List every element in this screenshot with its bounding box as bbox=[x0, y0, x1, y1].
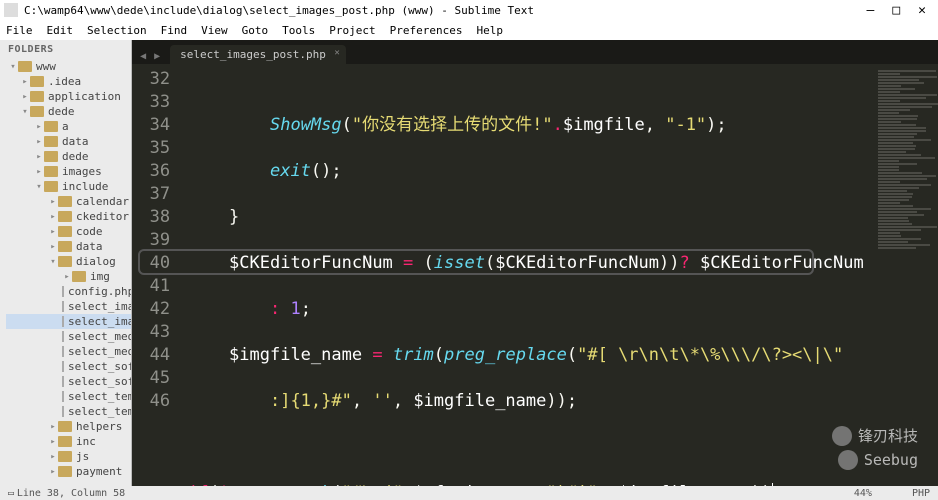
minimap[interactable] bbox=[874, 64, 938, 486]
menu-help[interactable]: Help bbox=[476, 24, 503, 37]
minimize-button[interactable]: — bbox=[867, 3, 875, 18]
folder-item[interactable]: ▸img bbox=[6, 269, 131, 284]
folder-item[interactable]: ▸application bbox=[6, 89, 131, 104]
folder-item[interactable]: ▸.idea bbox=[6, 74, 131, 89]
folder-tree: ▾www▸.idea▸application▾dede▸a▸data▸dede▸… bbox=[0, 59, 131, 479]
menu-file[interactable]: File bbox=[6, 24, 33, 37]
status-position[interactable]: Line 38, Column 58 bbox=[17, 488, 125, 499]
sidebar: FOLDERS ▾www▸.idea▸application▾dede▸a▸da… bbox=[0, 40, 132, 486]
folder-item[interactable]: ▾www bbox=[6, 59, 131, 74]
folder-item[interactable]: ▸data bbox=[6, 239, 131, 254]
folder-item[interactable]: ▸inc bbox=[6, 434, 131, 449]
menu-find[interactable]: Find bbox=[161, 24, 188, 37]
folder-item[interactable]: ▸images bbox=[6, 164, 131, 179]
file-item[interactable]: select_soft_post.php bbox=[6, 374, 131, 389]
menu-project[interactable]: Project bbox=[329, 24, 375, 37]
folder-item[interactable]: ▸ckeditor bbox=[6, 209, 131, 224]
file-item[interactable]: config.php bbox=[6, 284, 131, 299]
file-item[interactable]: select_soft.php bbox=[6, 359, 131, 374]
menu-bar: File Edit Selection Find View Goto Tools… bbox=[0, 20, 938, 40]
folder-item[interactable]: ▸calendar bbox=[6, 194, 131, 209]
folder-item[interactable]: ▸data bbox=[6, 134, 131, 149]
sidebar-header: FOLDERS bbox=[0, 40, 131, 59]
folder-item[interactable]: ▾dialog bbox=[6, 254, 131, 269]
folder-item[interactable]: ▾dede bbox=[6, 104, 131, 119]
menu-goto[interactable]: Goto bbox=[242, 24, 269, 37]
window-title: C:\wamp64\www\dede\include\dialog\select… bbox=[24, 4, 534, 17]
folder-item[interactable]: ▾include bbox=[6, 179, 131, 194]
line-gutter: 323334353637383940414243444546 bbox=[132, 64, 182, 486]
file-item[interactable]: select_media_post.p bbox=[6, 344, 131, 359]
menu-selection[interactable]: Selection bbox=[87, 24, 147, 37]
app-icon bbox=[4, 3, 18, 17]
file-item[interactable]: select_images_post.p bbox=[6, 314, 131, 329]
file-item[interactable]: select_templets.php bbox=[6, 389, 131, 404]
tab-nav-left-icon[interactable]: ◀ bbox=[136, 49, 150, 64]
folder-item[interactable]: ▸a bbox=[6, 119, 131, 134]
menu-edit[interactable]: Edit bbox=[47, 24, 74, 37]
file-item[interactable]: select_templets_pos bbox=[6, 404, 131, 419]
tab-nav-right-icon[interactable]: ▶ bbox=[150, 49, 164, 64]
window-titlebar: C:\wamp64\www\dede\include\dialog\select… bbox=[0, 0, 938, 20]
folder-item[interactable]: ▸dede bbox=[6, 149, 131, 164]
tab-close-icon[interactable]: ✕ bbox=[334, 48, 339, 58]
menu-view[interactable]: View bbox=[201, 24, 228, 37]
tab-label: select_images_post.php bbox=[180, 48, 326, 61]
folder-item[interactable]: ▸js bbox=[6, 449, 131, 464]
code-editor[interactable]: ShowMsg("你没有选择上传的文件!".$imgfile, "-1"); e… bbox=[182, 64, 874, 486]
maximize-button[interactable]: □ bbox=[892, 3, 900, 18]
folder-item[interactable]: ▸payment bbox=[6, 464, 131, 479]
file-item[interactable]: select_images.php bbox=[6, 299, 131, 314]
menu-preferences[interactable]: Preferences bbox=[390, 24, 463, 37]
status-language[interactable]: PHP bbox=[912, 488, 930, 499]
editor-tab[interactable]: select_images_post.php ✕ bbox=[170, 45, 346, 64]
tab-bar: ◀ ▶ select_images_post.php ✕ bbox=[132, 40, 938, 64]
close-button[interactable]: ✕ bbox=[918, 3, 926, 18]
menu-tools[interactable]: Tools bbox=[282, 24, 315, 37]
status-bar: ▭ Line 38, Column 58 44% PHP bbox=[0, 486, 938, 500]
folder-item[interactable]: ▸code bbox=[6, 224, 131, 239]
status-percent[interactable]: 44% bbox=[854, 488, 872, 499]
file-item[interactable]: select_media.php bbox=[6, 329, 131, 344]
folder-item[interactable]: ▸helpers bbox=[6, 419, 131, 434]
status-icon: ▭ bbox=[8, 488, 14, 499]
